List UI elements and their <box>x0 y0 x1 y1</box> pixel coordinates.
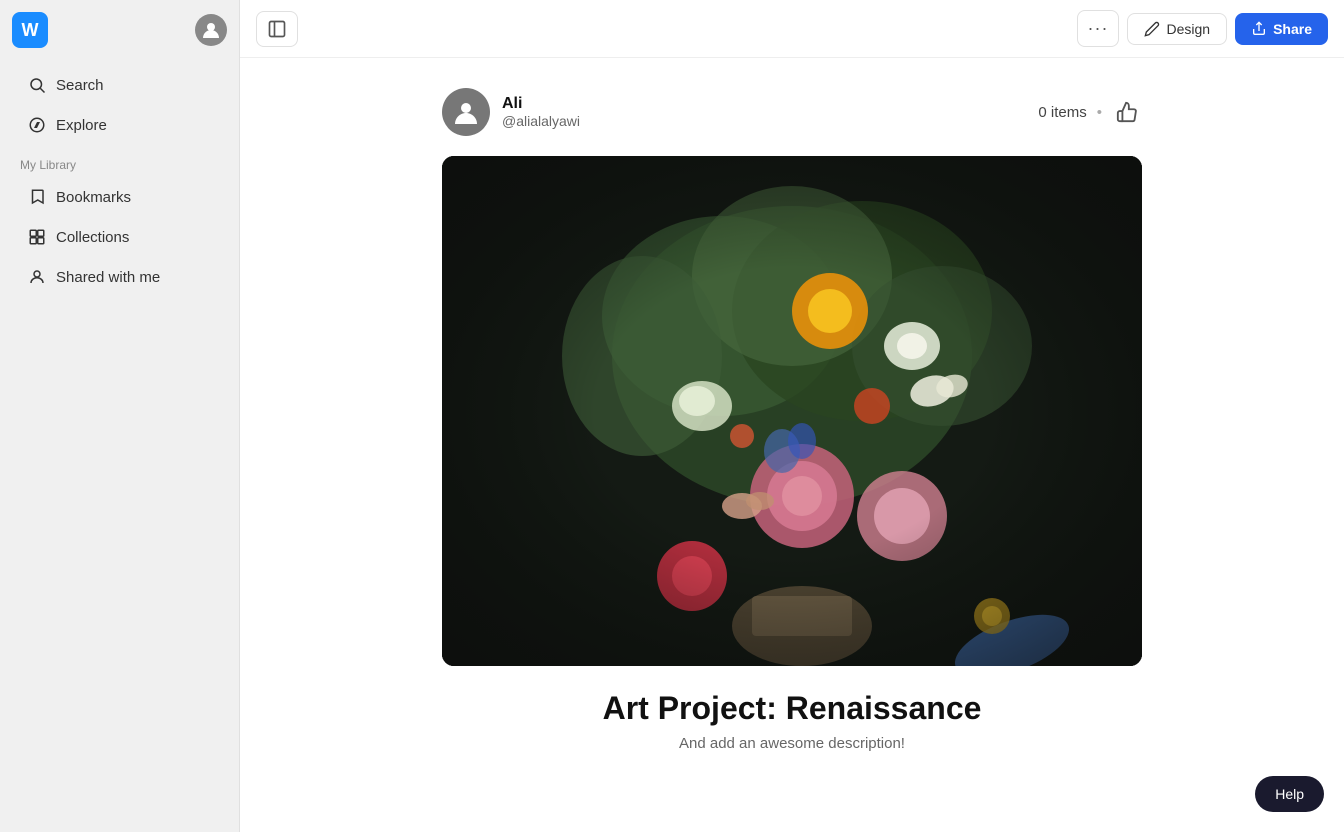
person-icon <box>28 268 46 286</box>
main-area: ··· Design Share <box>240 0 1344 832</box>
sidebar-item-search-label: Search <box>56 77 104 94</box>
more-dots: ··· <box>1088 18 1109 39</box>
content-area: Ali @alialalyawi 0 items • <box>240 58 1344 832</box>
artwork-description: And add an awesome description! <box>679 735 905 752</box>
top-bar-left <box>256 11 298 47</box>
profile-name: Ali <box>502 95 580 113</box>
avatar[interactable] <box>195 14 227 46</box>
toggle-sidebar-button[interactable] <box>256 11 298 47</box>
dot-separator: • <box>1097 104 1102 121</box>
top-bar-right: ··· Design Share <box>1077 10 1329 47</box>
bookmark-icon <box>28 188 46 206</box>
pen-icon <box>1144 21 1160 37</box>
sidebar-item-explore[interactable]: Explore <box>8 106 231 144</box>
sidebar-item-bookmarks-label: Bookmarks <box>56 189 131 206</box>
design-label: Design <box>1166 21 1210 37</box>
top-bar: ··· Design Share <box>240 0 1344 58</box>
artwork-container <box>442 156 1142 666</box>
help-button[interactable]: Help <box>1255 776 1324 812</box>
explore-icon <box>28 116 46 134</box>
help-label: Help <box>1275 786 1304 802</box>
profile-row: Ali @alialalyawi 0 items • <box>442 88 1142 136</box>
profile-handle: @alialalyawi <box>502 113 580 129</box>
sidebar-item-explore-label: Explore <box>56 117 107 134</box>
sidebar-top: W <box>0 12 239 60</box>
sidebar-item-collections-label: Collections <box>56 229 129 246</box>
sidebar: W Search Explore My Library <box>0 0 240 832</box>
profile-avatar <box>442 88 490 136</box>
search-icon <box>28 76 46 94</box>
sidebar-toggle-icon <box>267 19 287 39</box>
my-library-label: My Library <box>0 146 239 176</box>
items-count: 0 items <box>1038 104 1086 121</box>
profile-info: Ali @alialalyawi <box>442 88 580 136</box>
items-like-row: 0 items • <box>1038 97 1142 127</box>
share-button[interactable]: Share <box>1235 13 1328 45</box>
sidebar-item-collections[interactable]: Collections <box>8 218 231 256</box>
like-button[interactable] <box>1112 97 1142 127</box>
share-icon <box>1251 21 1267 37</box>
share-label: Share <box>1273 21 1312 37</box>
sidebar-item-shared-label: Shared with me <box>56 269 160 286</box>
collections-icon <box>28 228 46 246</box>
sidebar-item-shared[interactable]: Shared with me <box>8 258 231 296</box>
logo-letter: W <box>22 20 39 41</box>
thumbs-up-icon <box>1116 101 1138 123</box>
artwork-canvas <box>442 156 1142 666</box>
artwork-title: Art Project: Renaissance <box>603 690 982 727</box>
sidebar-navigation: Search Explore My Library Bookmarks <box>0 60 239 302</box>
more-options-button[interactable]: ··· <box>1077 10 1120 47</box>
sidebar-item-search[interactable]: Search <box>8 66 231 104</box>
design-button[interactable]: Design <box>1127 13 1227 45</box>
profile-text: Ali @alialalyawi <box>502 95 580 129</box>
artwork-image <box>442 156 1142 666</box>
sidebar-item-bookmarks[interactable]: Bookmarks <box>8 178 231 216</box>
logo-button[interactable]: W <box>12 12 48 48</box>
